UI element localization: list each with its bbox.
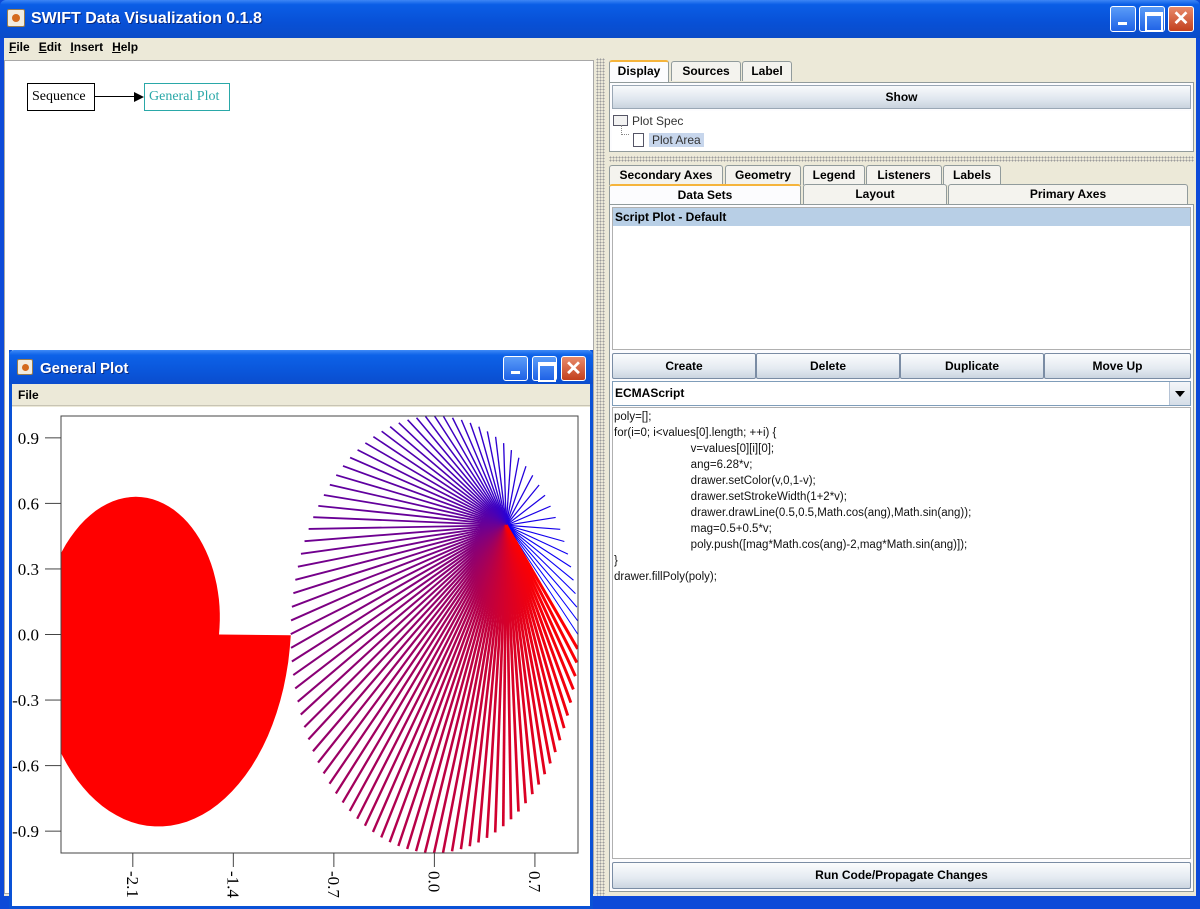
minimize-icon <box>504 357 527 380</box>
tab-secondary-axes[interactable]: Secondary Axes <box>609 165 723 185</box>
code-line: mag=0.5+0.5*v; <box>614 523 772 535</box>
x-tick-label: -0.7 <box>324 871 343 898</box>
fan-line <box>506 516 556 526</box>
plot-spec-tree: Plot Spec Plot Area <box>612 111 1191 151</box>
menubar: File Edit Insert Help <box>4 38 1196 58</box>
move-up-button[interactable]: Move Up <box>1044 353 1191 379</box>
maximize-icon <box>533 357 556 382</box>
data-set-buttons: Create Delete Duplicate Move Up <box>612 353 1191 379</box>
close-button[interactable]: ✕ <box>1168 6 1194 32</box>
tab-geometry[interactable]: Geometry <box>725 165 801 185</box>
x-tick-label: 0.0 <box>424 871 443 892</box>
script-language-select[interactable]: ECMAScript <box>612 381 1191 406</box>
minimize-button[interactable] <box>1110 6 1136 32</box>
duplicate-button[interactable]: Duplicate <box>900 353 1044 379</box>
plot-window-title: General Plot <box>40 360 129 377</box>
y-tick-label: 0.9 <box>18 429 39 448</box>
fan-line <box>372 436 507 526</box>
plot-maximize-button[interactable] <box>532 356 557 382</box>
properties-pane: Display Sources Label Show Plot Spec Plo… <box>605 58 1196 896</box>
plot-minimize-button[interactable] <box>503 356 528 381</box>
plot-menu-file[interactable]: File <box>18 384 39 406</box>
java-app-icon <box>17 359 33 375</box>
java-app-icon <box>7 9 25 27</box>
code-line: ang=6.28*v; <box>614 459 753 471</box>
tab-label[interactable]: Label <box>742 61 792 81</box>
tab-labels[interactable]: Labels <box>943 165 1001 185</box>
document-icon <box>633 133 644 147</box>
code-line: drawer.fillPoly(poly); <box>614 571 717 583</box>
filled-polygon-series <box>61 496 291 827</box>
close-icon: ✕ <box>565 358 582 380</box>
split-pane-divider[interactable] <box>596 58 605 896</box>
x-tick-label: -1.4 <box>223 871 242 898</box>
close-icon: ✕ <box>1172 8 1190 30</box>
chevron-down-icon[interactable] <box>1169 382 1190 405</box>
graph-edge <box>95 96 135 97</box>
y-tick-label: 0.3 <box>18 560 39 579</box>
create-button[interactable]: Create <box>612 353 756 379</box>
data-sets-panel: Script Plot - Default Create Delete Dupl… <box>609 204 1194 892</box>
plot-window-titlebar[interactable]: General Plot ✕ <box>9 350 593 384</box>
code-line: v=values[0][i][0]; <box>614 443 775 455</box>
node-sequence[interactable]: Sequence <box>27 83 95 111</box>
node-general-plot[interactable]: General Plot <box>144 83 230 111</box>
fan-line <box>505 474 534 526</box>
data-set-list[interactable]: Script Plot - Default <box>612 207 1191 350</box>
y-tick-label: 0.6 <box>18 494 39 513</box>
display-panel: Show Plot Spec Plot Area <box>609 82 1194 152</box>
menu-file[interactable]: File <box>9 38 30 56</box>
fan-line <box>505 494 546 526</box>
code-line: poly=[]; <box>614 411 652 423</box>
script-editor[interactable]: poly=[]; for(i=0; i<values[0].length; ++i… <box>612 407 1191 859</box>
fan-line <box>505 484 540 526</box>
window-title: SWIFT Data Visualization 0.1.8 <box>31 10 262 27</box>
tree-node-plot-area[interactable]: Plot Area <box>633 131 704 149</box>
code-line: drawer.setColor(v,0,1-v); <box>614 475 816 487</box>
list-item[interactable]: Script Plot - Default <box>613 208 1190 226</box>
script-language-value: ECMAScript <box>615 386 685 400</box>
general-plot-window: General Plot ✕ File 0.9 0.6 0.3 0.0 -0.3 -0.6… <box>9 350 593 909</box>
plot-close-button[interactable]: ✕ <box>561 356 586 381</box>
edge-arrow-icon <box>134 92 144 102</box>
fan-line <box>505 505 551 526</box>
maximize-button[interactable] <box>1139 6 1165 32</box>
minimize-icon <box>1111 7 1135 31</box>
code-line: poly.push([mag*Math.cos(ang)-2,mag*Math.… <box>614 539 968 551</box>
tree-connector <box>621 125 629 135</box>
x-tick-label: 0.7 <box>525 871 544 893</box>
code-line: drawer.setStrokeWidth(1+2*v); <box>614 491 847 503</box>
maximize-icon <box>1140 7 1164 32</box>
code-line: drawer.drawLine(0.5,0.5,Math.cos(ang),Ma… <box>614 507 972 519</box>
y-tick-label: -0.6 <box>12 757 39 776</box>
plot-svg: 0.9 0.6 0.3 0.0 -0.3 -0.6 -0.9 -2.1 -1.4 -0.7 0.0 0… <box>12 415 579 898</box>
fan-line <box>349 456 507 527</box>
plot-menubar: File <box>12 384 590 406</box>
client-area: Sequence General Plot General Plot ✕ Fil… <box>4 58 1196 909</box>
tab-layout[interactable]: Layout <box>803 184 947 204</box>
tab-primary-axes[interactable]: Primary Axes <box>948 184 1188 204</box>
code-line: for(i=0; i<values[0].length; ++i) { <box>614 427 777 439</box>
tab-data-sets[interactable]: Data Sets <box>609 184 801 204</box>
menu-help[interactable]: Help <box>112 38 138 56</box>
window-titlebar[interactable]: SWIFT Data Visualization 0.1.8 ✕ <box>0 0 1200 38</box>
show-button[interactable]: Show <box>612 85 1191 109</box>
plot-marks <box>61 416 578 853</box>
y-tick-label: -0.9 <box>12 822 39 841</box>
delete-button[interactable]: Delete <box>756 353 900 379</box>
y-tick-label: -0.3 <box>12 691 39 710</box>
x-tick-label: -2.1 <box>123 871 142 898</box>
code-line: } <box>614 555 618 567</box>
tab-display[interactable]: Display <box>609 60 669 82</box>
tab-listeners[interactable]: Listeners <box>866 165 942 185</box>
menu-insert[interactable]: Insert <box>70 38 103 56</box>
plot-area: 0.9 0.6 0.3 0.0 -0.3 -0.6 -0.9 -2.1 -1.4 -0.7 0.0 0… <box>12 407 590 906</box>
menu-edit[interactable]: Edit <box>39 38 62 56</box>
y-tick-label: 0.0 <box>18 626 39 645</box>
tab-legend[interactable]: Legend <box>803 165 865 185</box>
run-code-button[interactable]: Run Code/Propagate Changes <box>612 862 1191 889</box>
tab-sources[interactable]: Sources <box>671 61 741 81</box>
vertical-split-divider[interactable] <box>609 156 1194 162</box>
